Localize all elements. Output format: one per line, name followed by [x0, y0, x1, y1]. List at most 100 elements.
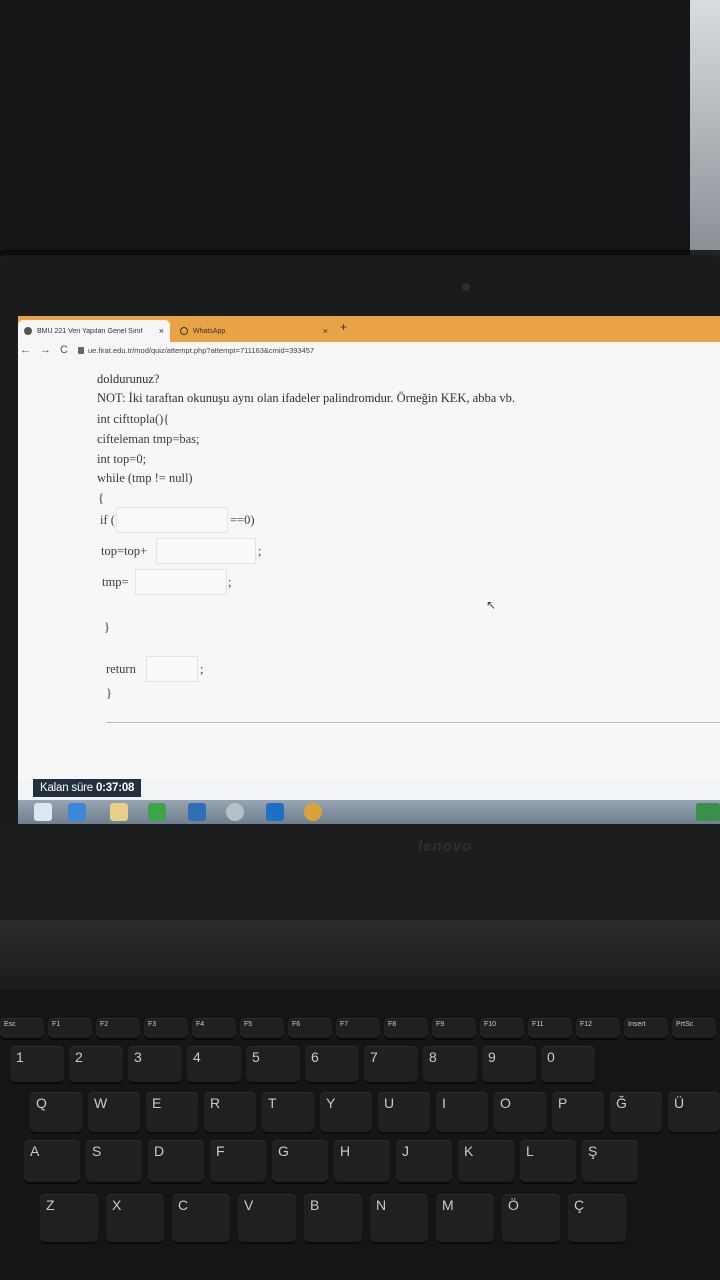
key-s[interactable]: S: [86, 1140, 142, 1182]
key-c[interactable]: C: [172, 1194, 230, 1242]
key-f4[interactable]: F4: [192, 1018, 236, 1038]
key-ç[interactable]: Ç: [568, 1194, 626, 1242]
answer-blank-4[interactable]: [146, 656, 198, 682]
final-brace: }: [106, 686, 112, 700]
key-esc[interactable]: Esc: [0, 1018, 44, 1038]
key-f2[interactable]: F2: [96, 1018, 140, 1038]
back-arrow-icon[interactable]: ←: [20, 344, 31, 356]
store-icon[interactable]: [148, 803, 166, 821]
key-d[interactable]: D: [148, 1140, 204, 1182]
question-note: NOT: İki taraftan okunuşu aynı olan ifad…: [97, 391, 516, 405]
key-insert[interactable]: Insert: [624, 1018, 668, 1038]
file-explorer-icon[interactable]: [110, 803, 128, 821]
key-3[interactable]: 3: [128, 1046, 182, 1082]
key-f8[interactable]: F8: [384, 1018, 428, 1038]
key-a[interactable]: A: [24, 1140, 80, 1182]
mouse-cursor-icon: ↖: [486, 598, 497, 612]
key-6[interactable]: 6: [305, 1046, 359, 1082]
monitor-icon[interactable]: [188, 803, 206, 821]
time-remaining: Kalan süre 0:37:08: [33, 779, 142, 797]
settings-icon[interactable]: [226, 803, 244, 821]
key-f3[interactable]: F3: [144, 1018, 188, 1038]
tab-label: BMÜ 221 Veri Yapıları Genel Sınıf: [37, 327, 143, 335]
tab-whatsapp[interactable]: WhatsApp ×: [174, 320, 334, 342]
return-suffix: ;: [200, 662, 204, 676]
key-1[interactable]: 1: [10, 1046, 64, 1082]
key-f11[interactable]: F11: [528, 1018, 572, 1038]
key-5[interactable]: 5: [246, 1046, 300, 1082]
tray-icon[interactable]: [696, 803, 720, 821]
address-bar: ← → C ue.firat.edu.tr/mod/quiz/attempt.p…: [18, 342, 720, 361]
key-f10[interactable]: F10: [480, 1018, 524, 1038]
url-field[interactable]: ue.firat.edu.tr/mod/quiz/attempt.php?att…: [88, 346, 314, 355]
key-u[interactable]: U: [378, 1092, 430, 1132]
key-h[interactable]: H: [334, 1140, 390, 1182]
key-7[interactable]: 7: [364, 1046, 418, 1082]
forward-arrow-icon[interactable]: →: [40, 344, 51, 356]
key-w[interactable]: W: [88, 1092, 140, 1132]
key-f7[interactable]: F7: [336, 1018, 380, 1038]
if-suffix: ==0): [230, 513, 255, 527]
key-l[interactable]: L: [520, 1140, 576, 1182]
key-o[interactable]: O: [494, 1092, 546, 1132]
answer-blank-3[interactable]: [135, 569, 227, 595]
key-4[interactable]: 4: [187, 1046, 241, 1082]
taskbar: [18, 800, 720, 824]
key-f5[interactable]: F5: [240, 1018, 284, 1038]
tmp-suffix: ;: [228, 575, 232, 589]
chrome-icon: [24, 327, 32, 335]
key-f1[interactable]: F1: [48, 1018, 92, 1038]
internet-explorer-icon[interactable]: [68, 803, 86, 821]
outlook-icon[interactable]: [266, 803, 284, 821]
key-9[interactable]: 9: [482, 1046, 536, 1082]
key-ü[interactable]: Ü: [668, 1092, 720, 1132]
screen-bezel: [0, 830, 720, 920]
key-p[interactable]: P: [552, 1092, 604, 1132]
key-g[interactable]: G: [272, 1140, 328, 1182]
key-v[interactable]: V: [238, 1194, 296, 1242]
key-y[interactable]: Y: [320, 1092, 372, 1132]
code-line: while (tmp != null): [97, 471, 193, 485]
key-e[interactable]: E: [146, 1092, 198, 1132]
whatsapp-icon: [180, 327, 188, 335]
key-f12[interactable]: F12: [576, 1018, 620, 1038]
tab-quiz[interactable]: BMÜ 221 Veri Yapıları Genel Sınıf ×: [18, 320, 170, 342]
laptop-screen: BMÜ 221 Veri Yapıları Genel Sınıf × What…: [18, 316, 720, 824]
key-q[interactable]: Q: [30, 1092, 82, 1132]
close-icon[interactable]: ×: [323, 326, 328, 336]
key-n[interactable]: N: [370, 1194, 428, 1242]
chrome-icon[interactable]: [304, 803, 322, 821]
windows-start-icon[interactable]: [34, 803, 52, 821]
answer-blank-1[interactable]: [116, 507, 228, 533]
key-k[interactable]: K: [458, 1140, 514, 1182]
key-i[interactable]: I: [436, 1092, 488, 1132]
key-prtsc[interactable]: PrtSc: [672, 1018, 716, 1038]
key-8[interactable]: 8: [423, 1046, 477, 1082]
reload-icon[interactable]: C: [60, 344, 68, 356]
key-0[interactable]: 0: [541, 1046, 595, 1082]
brand-logo: lenovo: [418, 838, 473, 855]
key-b[interactable]: B: [304, 1194, 362, 1242]
close-brace: }: [104, 620, 110, 634]
background-monitor: [0, 0, 690, 256]
close-icon[interactable]: ×: [159, 326, 164, 336]
key-ş[interactable]: Ş: [582, 1140, 638, 1182]
answer-blank-2[interactable]: [156, 538, 256, 564]
key-f9[interactable]: F9: [432, 1018, 476, 1038]
window-light: [690, 0, 720, 250]
key-f[interactable]: F: [210, 1140, 266, 1182]
new-tab-button[interactable]: +: [340, 320, 347, 334]
key-f6[interactable]: F6: [288, 1018, 332, 1038]
key-m[interactable]: M: [436, 1194, 494, 1242]
tmp-prefix: tmp=: [102, 575, 129, 589]
key-ö[interactable]: Ö: [502, 1194, 560, 1242]
tab-bar: BMÜ 221 Veri Yapıları Genel Sınıf × What…: [18, 316, 720, 342]
key-x[interactable]: X: [106, 1194, 164, 1242]
key-t[interactable]: T: [262, 1092, 314, 1132]
key-2[interactable]: 2: [69, 1046, 123, 1082]
key-r[interactable]: R: [204, 1092, 256, 1132]
key-ğ[interactable]: Ğ: [610, 1092, 662, 1132]
key-j[interactable]: J: [396, 1140, 452, 1182]
key-z[interactable]: Z: [40, 1194, 98, 1242]
divider: [106, 722, 720, 723]
